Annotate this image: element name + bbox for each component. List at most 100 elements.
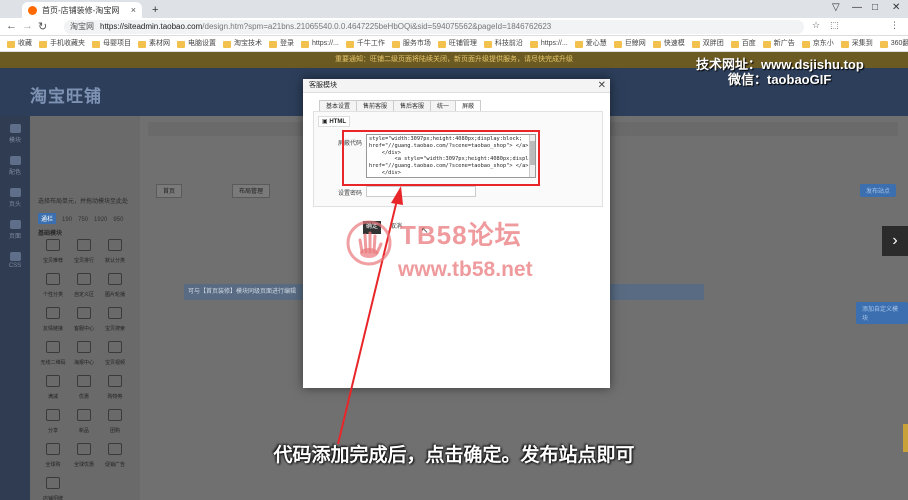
folder-icon (92, 40, 100, 48)
bookmark-item[interactable]: 登录 (269, 36, 294, 51)
bookmark-label: 素材网 (149, 40, 170, 47)
module-tile[interactable]: 默认分类 (100, 238, 130, 266)
new-tab-button[interactable]: + (146, 2, 164, 18)
module-tile-label: 无线二维码 (40, 360, 66, 366)
bookmark-label: 千牛工作 (356, 40, 385, 47)
module-tile[interactable]: 宝贝排行 (69, 238, 99, 266)
module-tile[interactable]: 客服中心 (69, 306, 99, 334)
width-option[interactable]: 190 (62, 217, 72, 223)
url-field[interactable]: 淘宝网 https://siteadmin.taobao.com/design.h… (64, 20, 804, 34)
module-tile[interactable]: 新品 (69, 408, 99, 436)
bookmark-item[interactable]: 双胖团 (691, 36, 724, 51)
module-tile-label: 宝贝视频 (104, 360, 125, 366)
module-tile[interactable]: 购物券 (100, 374, 130, 402)
rail-label: 配色 (8, 170, 21, 176)
module-tile[interactable]: 友情链接 (38, 306, 68, 334)
folder-icon (801, 40, 810, 48)
bookmark-item[interactable]: 母婴项目 (92, 36, 131, 51)
address-bar-row: ← → ↻ 淘宝网 https://siteadmin.taobao.com/de… (0, 18, 908, 36)
bookmark-item[interactable]: 手机收藏夹 (39, 36, 85, 51)
bookmark-item[interactable]: 爱心慧 (574, 36, 607, 51)
module-tile[interactable]: 满减 (38, 374, 68, 402)
bookmark-label: https://... (540, 40, 568, 47)
module-tile[interactable]: 海报中心 (69, 340, 99, 368)
width-option[interactable]: 750 (78, 217, 88, 223)
folder-icon (730, 40, 739, 48)
module-tile-label: 图片轮播 (104, 292, 125, 298)
password-input[interactable] (366, 186, 476, 197)
panel-section-title: 基础模块 (38, 231, 63, 237)
tab-search-icon[interactable]: ▽ (832, 2, 840, 13)
bookmark-item[interactable]: 360翻译 (879, 36, 908, 51)
folder-icon (691, 40, 700, 48)
minimize-icon[interactable]: — (852, 2, 862, 13)
module-tile[interactable]: 分享 (38, 408, 68, 436)
add-custom-module-button[interactable]: 添加自定义模块 (856, 302, 908, 324)
publish-button[interactable]: 发布站点 (860, 184, 897, 197)
bookmark-item[interactable]: 百度 (730, 36, 756, 51)
bookmark-label: 收藏 (18, 40, 32, 47)
module-tile[interactable]: 团购 (100, 408, 130, 436)
extension-icon[interactable]: ⬚ (830, 20, 839, 31)
bookmark-item[interactable]: 千牛工作 (345, 36, 385, 51)
bookmark-item[interactable]: 京东小 (801, 36, 834, 51)
module-tile-icon (46, 307, 60, 319)
module-tile[interactable]: 优惠 (69, 374, 99, 402)
bookmark-label: 新广告 (773, 40, 795, 47)
bookmark-item[interactable]: 旺铺管理 (437, 36, 477, 51)
module-tile[interactable]: 店铺招牌 (38, 476, 68, 500)
bookmark-item[interactable]: 新广告 (762, 36, 795, 51)
bookmark-item[interactable]: 快速模 (652, 36, 685, 51)
rail-item-modules[interactable]: 模块 (3, 124, 27, 144)
bookmark-item[interactable]: 收藏 (7, 36, 32, 51)
rail-item-page[interactable]: 页面 (3, 220, 27, 240)
bookmark-item[interactable]: 采集到 (840, 36, 873, 51)
bookmark-label: 采集到 (851, 40, 873, 47)
reload-icon[interactable]: ↻ (38, 20, 47, 33)
module-tile[interactable]: 宝贝推荐 (38, 238, 68, 266)
folder-icon (437, 40, 446, 48)
browser-tab-active[interactable]: 首页-店铺装修-淘宝网 × (22, 2, 142, 18)
rail-item-color[interactable]: 配色 (3, 156, 27, 176)
bookmark-item[interactable]: 淘宝技术 (223, 36, 262, 51)
bookmark-item[interactable]: https://... (529, 36, 568, 51)
module-tile[interactable]: 个性分类 (38, 272, 68, 300)
dialog-header: 客服模块 ✕ (303, 79, 610, 93)
panel-title: 选择布局单元，并拖动模块至此处 (38, 199, 129, 205)
bookmark-label: 母婴项目 (103, 40, 131, 47)
width-option[interactable]: 1920 (94, 217, 107, 223)
menu-icon[interactable]: ⋮ (890, 20, 899, 31)
bookmark-item[interactable]: 科技前沿 (483, 36, 523, 51)
star-icon[interactable]: ☆ (812, 20, 820, 31)
next-slide-arrow-icon[interactable]: › (882, 226, 908, 256)
bookmark-item[interactable]: 服务市场 (391, 36, 431, 51)
module-tile[interactable]: 宝贝搜索 (100, 306, 130, 334)
bookmark-item[interactable]: 素材网 (138, 36, 170, 51)
module-tile-icon (108, 341, 122, 353)
forward-icon[interactable]: → (22, 20, 33, 32)
page-select[interactable]: 首页 (156, 184, 183, 198)
password-label: 设置密码 (338, 191, 363, 197)
back-icon[interactable]: ← (6, 20, 17, 32)
module-tile[interactable]: 图片轮播 (100, 272, 130, 300)
close-window-icon[interactable]: ✕ (892, 2, 900, 13)
width-option[interactable]: 950 (113, 217, 123, 223)
bookmark-label: 电脑设置 (188, 40, 216, 47)
rail-item-header[interactable]: 页头 (3, 188, 27, 208)
maximize-icon[interactable]: □ (872, 2, 878, 13)
layout-manage-button[interactable]: 布局管理 (232, 184, 271, 198)
bookmark-item[interactable]: 电脑设置 (177, 36, 216, 51)
bookmark-label: 服务市场 (402, 40, 431, 47)
module-tile[interactable]: 自定义区 (69, 272, 99, 300)
module-tile-icon (77, 307, 91, 319)
dialog-close-icon[interactable]: ✕ (598, 79, 606, 93)
folder-icon (529, 40, 538, 48)
module-tile[interactable]: 宝贝视频 (100, 340, 130, 368)
rail-item-css[interactable]: CSS (3, 252, 27, 269)
bookmark-item[interactable]: https://... (301, 36, 339, 51)
width-option[interactable]: 通栏 (38, 213, 57, 224)
module-tile[interactable]: 无线二维码 (38, 340, 68, 368)
bookmark-label: 爱心慧 (585, 40, 607, 47)
bookmark-item[interactable]: 巨鲸网 (613, 36, 646, 51)
tab-close-icon[interactable]: × (131, 5, 136, 15)
